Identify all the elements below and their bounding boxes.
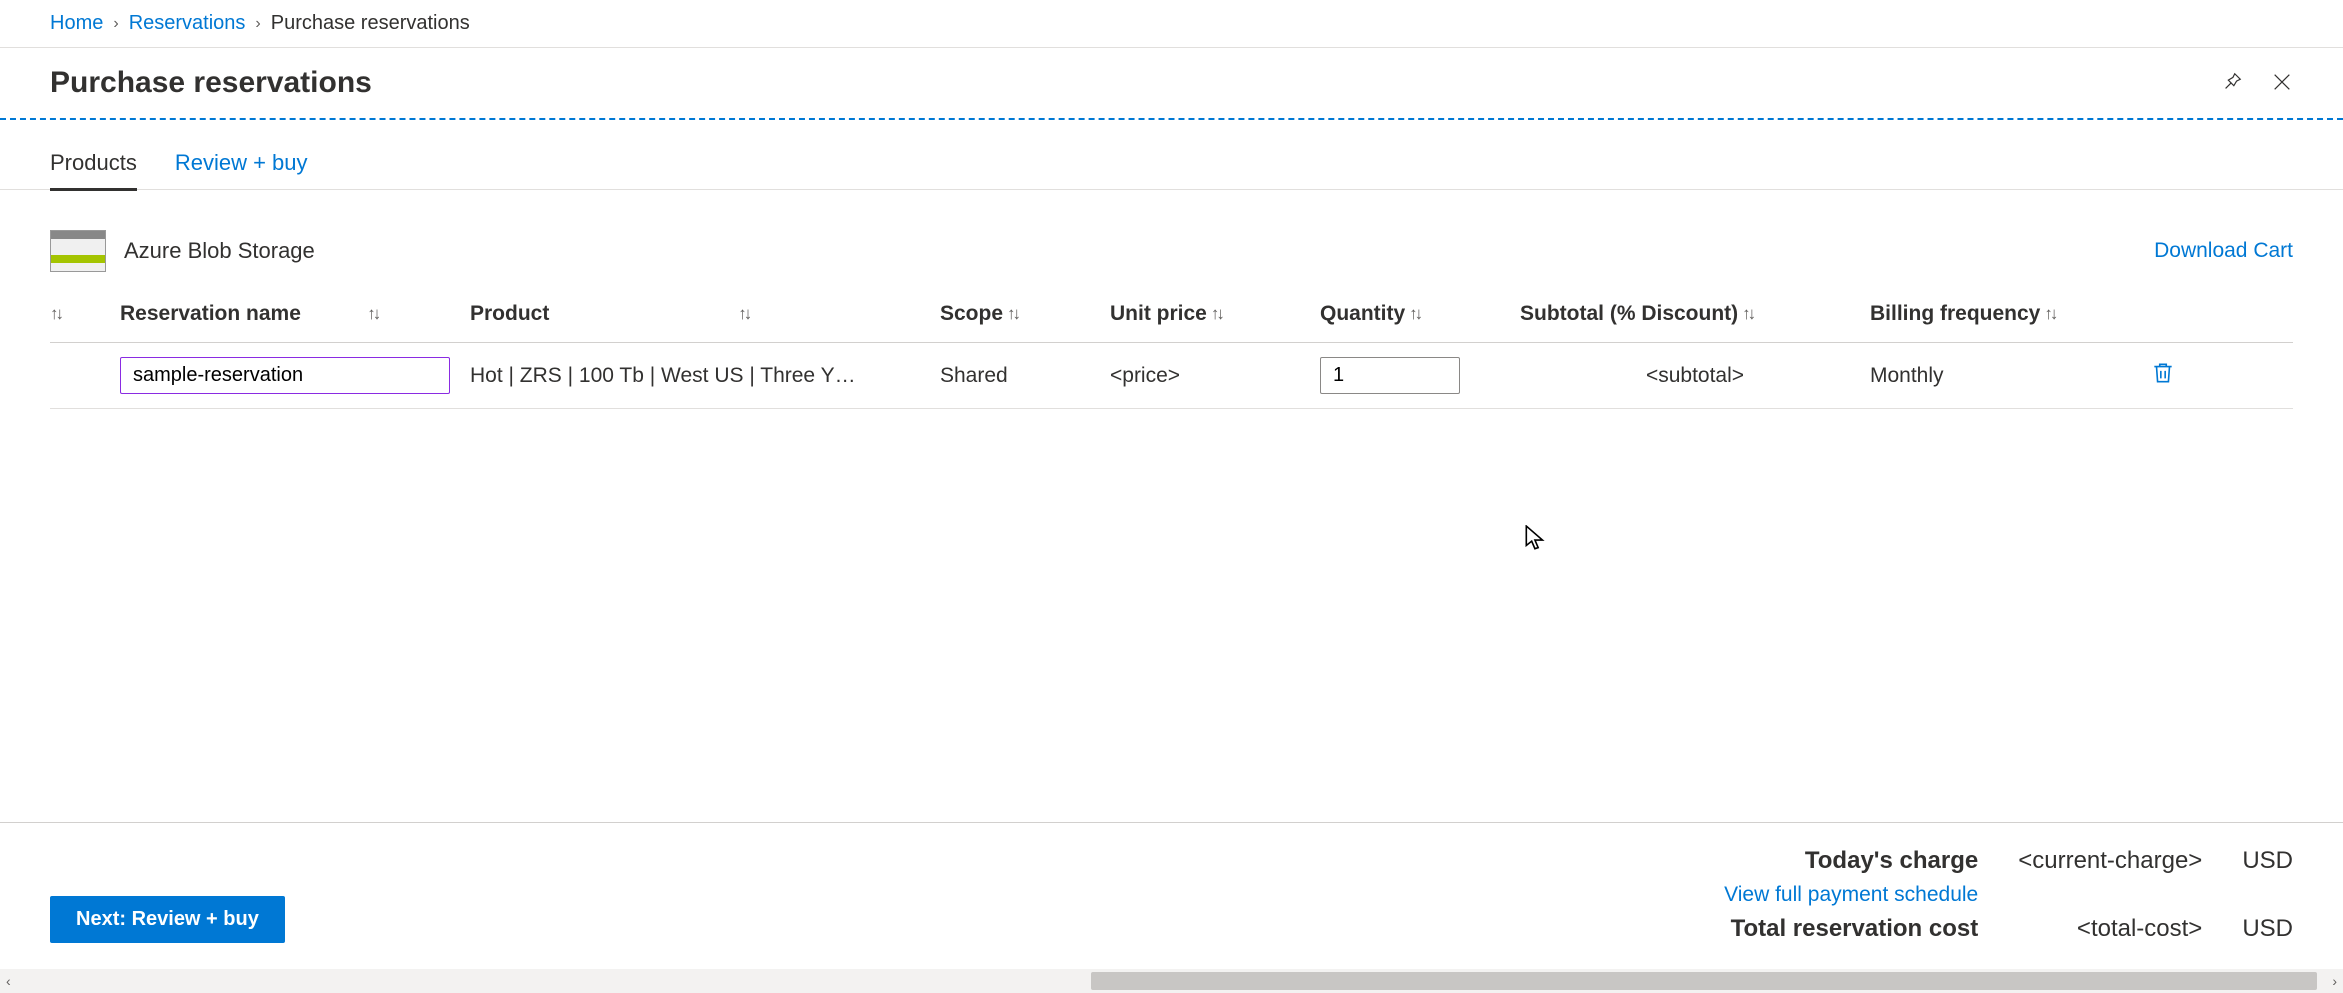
sort-icon[interactable]: ↑↓ (1742, 304, 1753, 324)
breadcrumb-current: Purchase reservations (271, 12, 470, 35)
total-cost-currency: USD (2242, 915, 2293, 943)
col-unit-price[interactable]: Unit price↑↓ (1110, 302, 1320, 326)
cell-scope: Shared (940, 364, 1110, 388)
trash-icon (2150, 360, 2176, 386)
cursor-icon (1525, 525, 1547, 556)
col-scope[interactable]: Scope↑↓ (940, 302, 1110, 326)
sort-icon[interactable]: ↑↓ (367, 304, 378, 324)
sort-icon[interactable]: ↑↓ (2044, 304, 2055, 324)
tab-review-buy[interactable]: Review + buy (175, 150, 308, 189)
total-cost-value: <total-cost> (2077, 915, 2202, 943)
next-review-buy-button[interactable]: Next: Review + buy (50, 896, 285, 943)
chevron-right-icon: › (113, 15, 118, 33)
service-row: Azure Blob Storage Download Cart (0, 190, 2343, 286)
tabs: Products Review + buy (0, 120, 2343, 190)
close-icon[interactable] (2271, 71, 2293, 96)
payment-schedule-link[interactable]: View full payment schedule (1724, 883, 1978, 907)
sort-icon[interactable]: ↑↓ (50, 304, 61, 324)
cell-product: Hot | ZRS | 100 Tb | West US | Three Y… (470, 364, 940, 388)
col-subtotal[interactable]: Subtotal (% Discount)↑↓ (1520, 302, 1870, 326)
reservations-table: ↑↓ Reservation name ↑↓ Product ↑↓ Scope↑… (0, 286, 2343, 409)
footer: Next: Review + buy Today's charge <curre… (0, 822, 2343, 967)
col-reservation-name[interactable]: Reservation name ↑↓ (120, 302, 470, 326)
col-product[interactable]: Product ↑↓ (470, 302, 940, 326)
quantity-input[interactable] (1320, 357, 1460, 394)
sort-icon[interactable]: ↑↓ (1211, 304, 1222, 324)
download-cart-link[interactable]: Download Cart (2154, 239, 2293, 263)
scroll-track[interactable] (15, 969, 2329, 993)
total-cost-label: Total reservation cost (1731, 915, 1979, 943)
today-charge-label: Today's charge (1805, 847, 1978, 875)
breadcrumb-home[interactable]: Home (50, 12, 103, 35)
reservation-name-input[interactable] (120, 357, 450, 394)
service-name: Azure Blob Storage (124, 238, 315, 264)
scroll-thumb[interactable] (1091, 972, 2317, 990)
today-charge-value: <current-charge> (2018, 847, 2202, 875)
pin-icon[interactable] (2221, 71, 2243, 96)
table-header: ↑↓ Reservation name ↑↓ Product ↑↓ Scope↑… (50, 286, 2293, 343)
delete-row-button[interactable] (2150, 360, 2210, 392)
sort-icon[interactable]: ↑↓ (1409, 304, 1420, 324)
breadcrumb-reservations[interactable]: Reservations (129, 12, 246, 35)
horizontal-scrollbar[interactable]: ‹ › (0, 969, 2343, 993)
col-quantity[interactable]: Quantity↑↓ (1320, 302, 1520, 326)
tab-products[interactable]: Products (50, 150, 137, 191)
breadcrumb: Home › Reservations › Purchase reservati… (0, 0, 2343, 48)
cell-unit-price: <price> (1110, 364, 1320, 388)
table-row: Hot | ZRS | 100 Tb | West US | Three Y… … (50, 343, 2293, 409)
page-header: Purchase reservations (0, 48, 2343, 120)
cell-billing: Monthly (1870, 364, 2150, 388)
page-title: Purchase reservations (50, 66, 372, 100)
today-charge-currency: USD (2242, 847, 2293, 875)
totals: Today's charge <current-charge> USD View… (1724, 847, 2293, 943)
col-billing[interactable]: Billing frequency↑↓ (1870, 302, 2150, 326)
chevron-right-icon: › (255, 15, 260, 33)
scroll-left-icon[interactable]: ‹ (6, 973, 11, 989)
sort-icon[interactable]: ↑↓ (1007, 304, 1018, 324)
scroll-right-icon[interactable]: › (2332, 973, 2337, 989)
cell-subtotal: <subtotal> (1520, 364, 1870, 388)
blob-storage-icon (50, 230, 106, 272)
sort-icon[interactable]: ↑↓ (738, 304, 749, 324)
